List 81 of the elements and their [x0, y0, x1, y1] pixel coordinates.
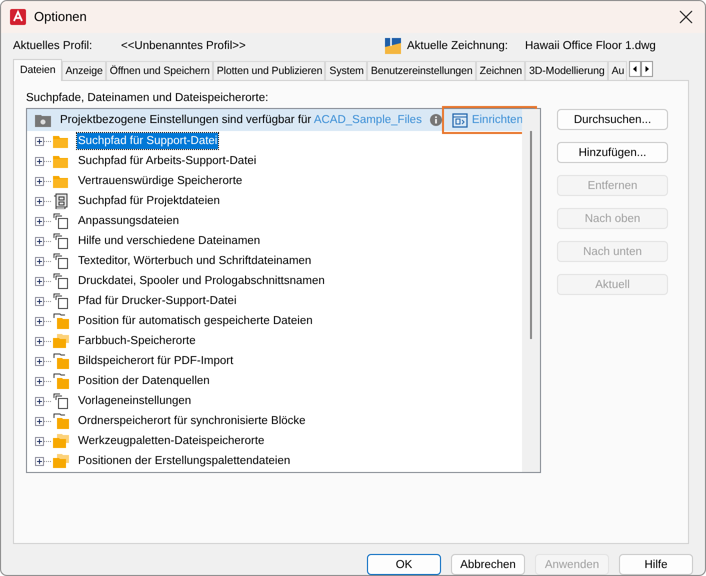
folders-icon: [53, 434, 69, 448]
folder-document-icon: [53, 413, 69, 430]
profile-value: <<Unbenanntes Profil>>: [121, 40, 247, 52]
tree-item[interactable]: Suchpfad für Arbeits-Support-Datei: [77, 153, 258, 170]
tree-item[interactable]: Werkzeugpaletten-Dateispeicherorte: [77, 433, 266, 450]
section-label: Suchpfade, Dateinamen und Dateispeicherorte:: [26, 92, 270, 104]
profile-label: Aktuelles Profil:: [13, 40, 94, 52]
documents-icon: [53, 393, 69, 410]
expand-icon[interactable]: [35, 336, 44, 346]
documents-icon: [53, 253, 69, 270]
tree-item[interactable]: Bildspeicherort für PDF-Import: [77, 353, 234, 370]
tree-item[interactable]: Suchpfad für Projektdateien: [77, 193, 221, 210]
expand-icon[interactable]: [35, 236, 44, 246]
expand-icon[interactable]: [35, 136, 44, 146]
tree-item[interactable]: Texteditor, Wörterbuch und Schriftdateinamen: [77, 253, 312, 270]
tab[interactable]: Benutzereinstellungen: [366, 61, 476, 80]
folders-icon: [53, 454, 69, 468]
scroll-left-icon[interactable]: [629, 61, 642, 78]
drawing-icon: [385, 38, 401, 54]
tree-item[interactable]: Vorlageneinstellungen: [77, 393, 192, 410]
expand-icon[interactable]: [35, 436, 44, 446]
folder-icon: [35, 113, 51, 128]
tree-item[interactable]: Position für automatisch gespeicherte Dateien: [77, 313, 314, 330]
documents-icon: [53, 213, 69, 230]
expand-icon[interactable]: [35, 396, 44, 406]
drawing-label: Aktuelle Zeichnung:: [407, 40, 510, 52]
tab[interactable]: 3D-Modellierung: [525, 61, 608, 80]
tab[interactable]: System: [325, 61, 367, 80]
tree-item[interactable]: Suchpfad für Support-Datei: [77, 133, 218, 150]
tab[interactable]: Plotten und Publizieren: [212, 61, 326, 80]
tree-item[interactable]: Hilfe und verschiedene Dateinamen: [77, 233, 262, 250]
tab[interactable]: Anzeige: [62, 61, 106, 80]
expand-icon[interactable]: [35, 176, 44, 186]
expand-icon[interactable]: [35, 216, 44, 226]
tree-item[interactable]: Positionen der Erstellungspalettendateien: [77, 453, 292, 470]
file-cabinet-icon: [53, 193, 69, 210]
drawing-value: Hawaii Office Floor 1.dwg: [525, 40, 656, 52]
expand-icon[interactable]: [35, 376, 44, 386]
expand-icon[interactable]: [35, 296, 44, 306]
tab[interactable]: Zeichnen: [476, 61, 526, 80]
side-button[interactable]: Hinzufügen...: [557, 142, 668, 164]
folder-icon: [53, 154, 69, 168]
expand-icon[interactable]: [35, 156, 44, 166]
dialog-button[interactable]: Hilfe: [619, 554, 693, 575]
window-icon: [452, 112, 468, 128]
project-settings-text: Projektbezogene Einstellungen sind verfügbar für ACAD_Sample_Files: [60, 114, 422, 126]
folders-icon: [53, 334, 69, 348]
expand-icon[interactable]: [35, 316, 44, 326]
documents-icon: [53, 273, 69, 290]
dialog-button[interactable]: Abbrechen: [451, 554, 525, 575]
folder-document-icon: [53, 353, 69, 370]
expand-icon[interactable]: [35, 356, 44, 366]
folder-icon: [53, 174, 69, 188]
info-icon[interactable]: [430, 114, 442, 126]
tab[interactable]: Öffnen und Speichern: [106, 61, 213, 80]
window-title: Optionen: [34, 9, 88, 24]
scrollbar[interactable]: [522, 109, 540, 472]
close-icon[interactable]: [679, 10, 693, 24]
expand-icon[interactable]: [35, 276, 44, 286]
scroll-right-icon[interactable]: [641, 61, 654, 78]
tab[interactable]: Au: [608, 61, 628, 80]
side-button[interactable]: Durchsuchen...: [557, 109, 668, 130]
app-logo-icon: [10, 8, 26, 25]
tree-item[interactable]: Ordnerspeicherort für synchronisierte Blöcke: [77, 413, 307, 430]
tree-item[interactable]: Pfad für Drucker-Support-Datei: [77, 293, 238, 310]
dialog-button[interactable]: OK: [367, 554, 441, 575]
tree-item[interactable]: Anpassungsdateien: [77, 213, 180, 230]
tree-item[interactable]: Druckdatei, Spooler und Prologabschnittsnamen: [77, 273, 326, 290]
documents-icon: [53, 233, 69, 250]
expand-icon[interactable]: [35, 256, 44, 266]
folder-document-icon: [53, 313, 69, 330]
tree-item[interactable]: Farbbuch-Speicherorte: [77, 333, 197, 350]
expand-icon[interactable]: [35, 196, 44, 206]
expand-icon[interactable]: [35, 416, 44, 426]
tab[interactable]: Dateien: [13, 59, 62, 82]
tree-item[interactable]: Vertrauenswürdige Speicherorte: [77, 173, 244, 190]
folder-icon: [53, 134, 69, 148]
expand-icon[interactable]: [35, 456, 44, 466]
documents-icon: [53, 293, 69, 310]
tree-item[interactable]: Position der Datenquellen: [77, 373, 211, 390]
folder-document-icon: [53, 373, 69, 390]
